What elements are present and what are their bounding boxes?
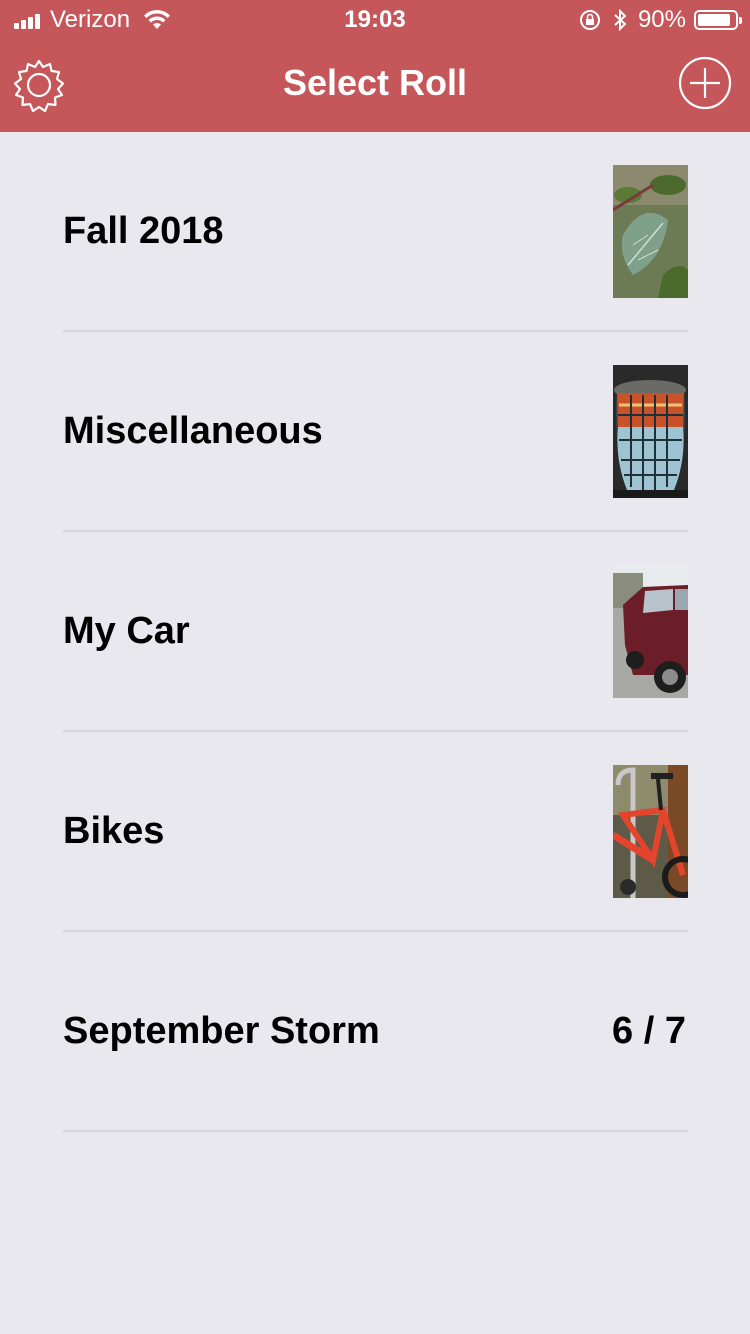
plus-circle-icon [678, 56, 732, 110]
candle-holder-photo [613, 365, 688, 498]
orange-bike-photo [613, 765, 688, 898]
leaves-photo [613, 165, 688, 298]
roll-label: Fall 2018 [63, 210, 224, 252]
roll-row-miscellaneous[interactable]: Miscellaneous [63, 332, 688, 532]
page-title: Select Roll [282, 62, 468, 103]
roll-row-my-car[interactable]: My Car [63, 532, 688, 732]
rotation-lock-icon [579, 10, 600, 30]
nav-header: Verizon 19:03 90% Select Roll [0, 0, 750, 132]
roll-count: 6 / 7 [612, 1010, 686, 1052]
roll-label: Bikes [63, 810, 165, 852]
status-bar: Verizon 19:03 90% [0, 0, 750, 40]
bluetooth-icon [614, 8, 627, 32]
roll-label: Miscellaneous [63, 410, 323, 452]
add-roll-button[interactable] [678, 56, 732, 110]
roll-row-fall-2018[interactable]: Fall 2018 [63, 132, 688, 332]
roll-row-bikes[interactable]: Bikes [63, 732, 688, 932]
roll-row-september-storm[interactable]: September Storm 6 / 7 [63, 932, 688, 1132]
battery-icon [694, 10, 742, 30]
roll-list: Fall 2018 Miscellaneous My Car Bikes Sep… [0, 132, 750, 1132]
battery-percent: 90% [637, 6, 686, 33]
red-truck-photo [613, 565, 688, 698]
roll-label: My Car [63, 610, 190, 652]
battery-fill [698, 14, 731, 26]
roll-label: September Storm [63, 1010, 380, 1052]
